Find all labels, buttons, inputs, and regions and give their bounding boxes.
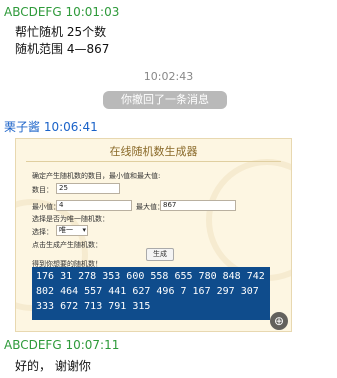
message-time: 10:07:11 xyxy=(65,338,120,352)
message-header: ABCDEFG 10:07:11 xyxy=(4,338,119,352)
sender-name[interactable]: ABCDEFG xyxy=(4,338,62,352)
max-field[interactable]: 867 xyxy=(160,200,236,211)
count-field[interactable]: 25 xyxy=(56,183,120,194)
message-time: 10:06:41 xyxy=(43,120,98,134)
system-time: 10:02:43 xyxy=(143,70,194,83)
count-label: 数目： xyxy=(32,186,53,194)
message-header: ABCDEFG 10:01:03 xyxy=(4,5,119,19)
sender-name[interactable]: ABCDEFG xyxy=(4,5,62,19)
background-decoration xyxy=(206,159,291,281)
min-field[interactable]: 4 xyxy=(56,200,132,211)
message-text: 帮忙随机 25个数 xyxy=(15,25,107,39)
generator-title: 在线随机数生成器 xyxy=(109,145,198,158)
message-time: 10:01:03 xyxy=(65,5,120,19)
image-attachment[interactable]: 在线随机数生成器 确定产生随机数的数目，最小值和最大值: 数目： 25 最小值：… xyxy=(15,138,292,332)
select-value: 唯一 xyxy=(59,226,73,234)
click-hint: 点击生成产生随机数： xyxy=(32,241,102,249)
sender-name[interactable]: 栗子酱 xyxy=(4,120,40,134)
message-text: 好的， 谢谢你 xyxy=(15,359,91,373)
select-label: 选择： xyxy=(32,228,53,236)
chevron-down-icon: ▾ xyxy=(82,226,86,234)
message-header: 栗子酱 10:06:41 xyxy=(4,118,98,135)
recall-notice: 你撤回了一条消息 xyxy=(103,91,227,109)
zoom-in-icon[interactable]: ⊕ xyxy=(270,312,288,330)
generate-button[interactable]: 生成 xyxy=(146,248,174,261)
unique-select[interactable]: 唯一 ▾ xyxy=(56,225,88,236)
message-text: 随机范围 4—867 xyxy=(15,42,110,56)
repeat-label: 选择是否为唯一随机数： xyxy=(32,215,109,223)
instruction-text: 确定产生随机数的数目，最小值和最大值: xyxy=(32,172,161,180)
result-box: 176 31 278 353 600 558 655 780 848 742 8… xyxy=(32,267,270,320)
divider xyxy=(26,161,281,162)
